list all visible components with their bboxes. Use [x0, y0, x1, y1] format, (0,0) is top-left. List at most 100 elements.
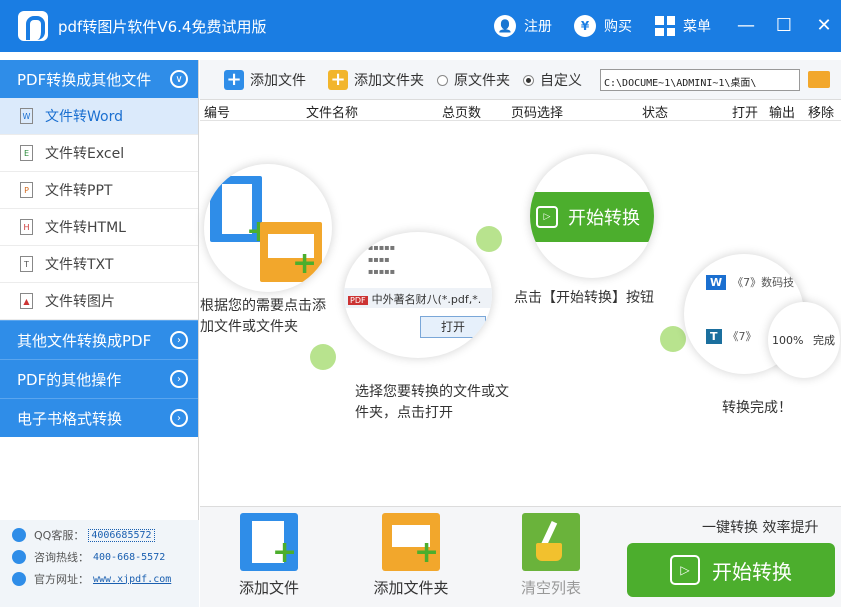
- radio-icon: [437, 74, 448, 86]
- ie-icon: [12, 572, 26, 586]
- arrow-icon: [310, 344, 336, 370]
- bubble-start-label: 开始转换: [568, 208, 640, 229]
- column-header-status: 状态: [642, 106, 669, 121]
- step2-bubble: ▪▪▪▪▪ ▪▪▪▪ ▪▪▪▪▪ PDF 中外著名财八(*.pdf,*. 打开: [344, 232, 492, 358]
- source-folder-label: 原文件夹: [454, 73, 510, 89]
- custom-folder-radio[interactable]: 自定义: [523, 68, 582, 92]
- contact-panel: QQ客服： 4006685572 咨询热线： 400-668-5572 官方网址…: [0, 520, 199, 607]
- website-contact: 官方网址： www.xjpdf.com: [12, 570, 171, 588]
- hotline-label: 咨询热线：: [34, 551, 89, 564]
- sidebar-group-label: 电子书格式转换: [17, 409, 123, 428]
- grid-icon: [655, 16, 675, 36]
- dialog-open-button: 打开: [420, 316, 486, 338]
- sidebar-header-label: PDF转换成其他文件: [17, 70, 152, 89]
- file-icon: +: [210, 176, 271, 249]
- sidebar-group-other-to-pdf[interactable]: 其他文件转换成PDF ›: [0, 320, 198, 359]
- progress-bubble: 100% 完成: [768, 302, 840, 378]
- browse-folder-icon[interactable]: [808, 71, 830, 88]
- bubble-start-button: ▷ 开始转换: [530, 192, 654, 242]
- register-label: 注册: [524, 19, 552, 35]
- add-file-icon: +: [240, 513, 298, 571]
- folder-plus-icon: +: [328, 70, 348, 90]
- add-file-button[interactable]: + 添加文件: [224, 68, 306, 92]
- txt-file-icon: T: [20, 256, 33, 272]
- result-word-row: W 《7》数码技: [706, 274, 794, 290]
- word-file-icon: W: [20, 108, 33, 124]
- minimize-button[interactable]: —: [732, 12, 760, 38]
- bottom-add-file-button[interactable]: + 添加文件: [224, 513, 314, 598]
- step2-text: 选择您要转换的文件或文件夹，点击打开: [355, 384, 509, 421]
- sidebar-item-txt[interactable]: T 文件转TXT: [0, 246, 198, 283]
- menu-label: 菜单: [683, 19, 711, 35]
- plus-icon: +: [224, 70, 244, 90]
- column-header-page-select: 页码选择: [511, 106, 564, 121]
- buy-label: 购买: [604, 19, 632, 35]
- file-table-header: 编号 文件名称 总页数 页码选择 状态 打开 输出 移除: [200, 101, 841, 121]
- buy-button[interactable]: ¥ 购买: [574, 14, 632, 38]
- toolbar: + 添加文件 + 添加文件夹 原文件夹 自定义 C:\DOCUME~1\ADMI…: [200, 60, 841, 100]
- app-title: pdf转图片软件V6.4免费试用版: [58, 18, 267, 36]
- menu-button[interactable]: 菜单: [655, 14, 711, 38]
- broom-icon: [522, 513, 580, 571]
- register-button[interactable]: 👤 注册: [494, 14, 552, 38]
- sidebar-group-label: PDF的其他操作: [17, 370, 122, 389]
- sidebar-group-label: 其他文件转换成PDF: [17, 331, 152, 350]
- start-convert-label: 开始转换: [712, 559, 792, 584]
- hotline-contact: 咨询热线： 400-668-5572: [12, 548, 165, 566]
- play-icon: ▷: [670, 555, 700, 585]
- column-header-remove: 移除: [808, 106, 835, 121]
- clear-list-button[interactable]: 清空列表: [506, 513, 596, 598]
- website-link[interactable]: www.xjpdf.com: [93, 574, 171, 585]
- start-convert-button[interactable]: ▷ 开始转换: [627, 543, 835, 597]
- txt-icon: T: [706, 329, 722, 344]
- sidebar-item-label: 文件转Excel: [45, 146, 125, 162]
- user-icon: 👤: [494, 15, 516, 37]
- word-icon: W: [706, 275, 727, 290]
- result-word-name: 《7》数码技: [732, 276, 795, 289]
- bottom-add-folder-button[interactable]: + 添加文件夹: [366, 513, 456, 598]
- progress-row: 100% 完成: [772, 332, 835, 348]
- title-bar: pdf转图片软件V6.4免费试用版 👤 注册 ¥ 购买 菜单 — ☐ ✕: [0, 0, 841, 52]
- sidebar-item-image[interactable]: ▲ 文件转图片: [0, 283, 198, 320]
- close-button[interactable]: ✕: [810, 12, 838, 38]
- column-header-filename: 文件名称: [306, 106, 359, 121]
- step1-text: 根据您的需要点击添加文件或文件夹: [200, 298, 326, 335]
- hotline-value: 400-668-5572: [93, 551, 166, 563]
- chevron-right-icon: ›: [170, 370, 188, 388]
- image-file-icon: ▲: [20, 293, 33, 309]
- maximize-button[interactable]: ☐: [770, 12, 798, 38]
- website-label: 官方网址：: [34, 573, 89, 586]
- sidebar-item-label: 文件转HTML: [45, 220, 126, 236]
- column-header-open: 打开: [732, 106, 759, 121]
- dialog-filter: 八(*.pdf,*.: [426, 293, 482, 306]
- sidebar-item-excel[interactable]: E 文件转Excel: [0, 135, 198, 172]
- sidebar-group-ebook[interactable]: 电子书格式转换 ›: [0, 398, 198, 437]
- qq-icon: [12, 528, 26, 542]
- sidebar-header-pdf-to-other[interactable]: PDF转换成其他文件 ∨: [0, 60, 198, 98]
- add-folder-icon: +: [382, 513, 440, 571]
- qq-contact: QQ客服： 4006685572: [12, 526, 155, 544]
- step3-text: 点击【开始转换】按钮: [514, 290, 654, 306]
- radio-selected-icon: [523, 74, 534, 86]
- source-folder-radio[interactable]: 原文件夹: [437, 68, 510, 92]
- add-folder-button[interactable]: + 添加文件夹: [328, 68, 424, 92]
- sidebar-item-html[interactable]: H 文件转HTML: [0, 209, 198, 246]
- bottom-add-file-label: 添加文件: [238, 579, 299, 597]
- chevron-right-icon: ›: [170, 409, 188, 427]
- guide-area: + + 根据您的需要点击添加文件或文件夹 ▪▪▪▪▪ ▪▪▪▪ ▪▪▪▪▪ PDF 中…: [200, 122, 841, 506]
- output-path-input[interactable]: C:\DOCUME~1\ADMINI~1\桌面\: [600, 69, 800, 91]
- play-icon: ▷: [536, 206, 558, 228]
- sidebar-item-word[interactable]: W 文件转Word: [0, 98, 198, 135]
- qq-value[interactable]: 4006685572: [88, 528, 155, 542]
- bottom-add-folder-label: 添加文件夹: [373, 579, 449, 597]
- sidebar-item-ppt[interactable]: P 文件转PPT: [0, 172, 198, 209]
- html-file-icon: H: [20, 219, 33, 235]
- sidebar-group-pdf-other-ops[interactable]: PDF的其他操作 ›: [0, 359, 198, 398]
- custom-label: 自定义: [540, 73, 582, 89]
- column-header-pages: 总页数: [442, 106, 482, 121]
- progress-done-label: 完成: [812, 334, 835, 347]
- excel-file-icon: E: [20, 145, 33, 161]
- sidebar-item-label: 文件转Word: [45, 109, 123, 125]
- step1-bubble: + +: [204, 164, 332, 292]
- add-file-label: 添加文件: [250, 73, 306, 89]
